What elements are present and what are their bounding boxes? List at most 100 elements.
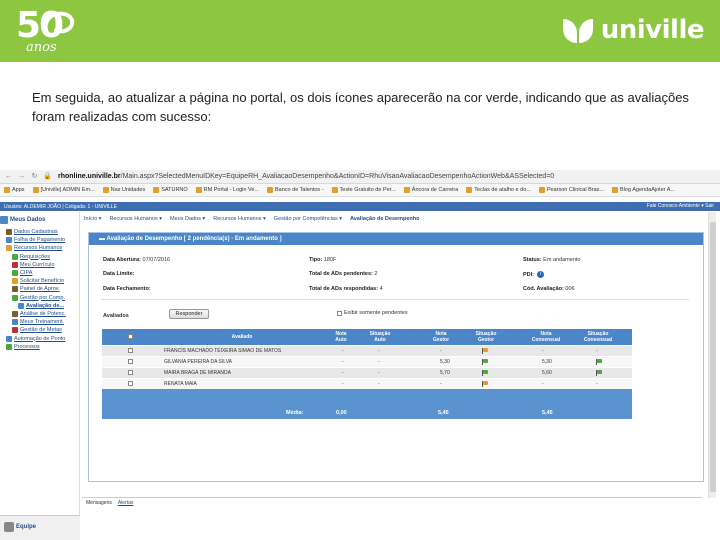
field-total-respondidas: Total de ADs respondidas: 4 bbox=[309, 286, 383, 292]
tree-node-icon bbox=[12, 294, 18, 301]
cell-nota-consensual: 5,60 bbox=[542, 370, 552, 376]
tree-node-icon bbox=[12, 278, 18, 285]
bookmark-item[interactable]: Banco de Talentos - bbox=[267, 187, 324, 193]
logo-subtitle: anos bbox=[26, 40, 57, 55]
back-arrow-icon[interactable]: ← bbox=[4, 172, 13, 181]
col-nota-gestor: Nota Gestor bbox=[432, 331, 450, 343]
tab-alertas[interactable]: Alertas bbox=[118, 500, 134, 506]
table-row[interactable]: MAIRA BRAGA DE MIRANDA - - 5,70 5,60 bbox=[102, 368, 632, 378]
cell-situacao-consensual: - bbox=[596, 381, 598, 387]
cell-nota-consensual: 5,30 bbox=[542, 359, 552, 365]
row-checkbox[interactable] bbox=[128, 359, 133, 366]
row-checkbox[interactable] bbox=[128, 381, 133, 388]
caption-text: Em seguida, ao atualizar a página no por… bbox=[32, 90, 689, 124]
header-bar: 50 anos univille bbox=[0, 0, 720, 62]
url-text[interactable]: rhonline.univille.br/Main.aspx?SelectedM… bbox=[58, 173, 554, 180]
univille-leaf-icon bbox=[562, 19, 593, 43]
tree-title[interactable]: Meus Dados bbox=[0, 216, 80, 224]
header-checkbox[interactable] bbox=[128, 334, 133, 341]
menu-item[interactable]: Recursos Humanos ▾ bbox=[109, 216, 162, 222]
equipe-link[interactable]: Equipe bbox=[4, 522, 36, 532]
footer-media-gestor: 5,45 bbox=[438, 410, 449, 416]
scroll-thumb[interactable] bbox=[710, 222, 716, 492]
footer-media-consensual: 5,45 bbox=[542, 410, 553, 416]
bookmark-item[interactable]: Pearson Clinical Bras... bbox=[538, 187, 604, 193]
bookmark-item[interactable]: SATURNO bbox=[153, 187, 188, 193]
field-tipo: Tipo: 180F bbox=[309, 257, 337, 263]
tree-item[interactable]: Folha de Pagamento bbox=[0, 236, 80, 244]
tree-item[interactable]: Solicitar Benefício bbox=[0, 277, 80, 285]
cell-avaliado: RENATA MAIA bbox=[164, 381, 197, 387]
bookmark-icon bbox=[32, 187, 39, 193]
cell-nota-consensual: - bbox=[542, 348, 544, 354]
bookmark-item[interactable]: Teste Gratuito de Per... bbox=[331, 187, 396, 193]
tree-node-icon bbox=[6, 237, 12, 244]
bookmark-item[interactable]: [Univille] ADMIN Em... bbox=[32, 187, 95, 193]
bottom-tabs: Mensagens Alertas bbox=[82, 497, 702, 507]
tree-item[interactable]: Automação de Ponto bbox=[0, 335, 80, 343]
exibir-pendentes-checkbox[interactable]: Exibir somente pendentes bbox=[337, 310, 408, 316]
footer-media-auto: 0,00 bbox=[336, 410, 347, 416]
table-row[interactable]: RENATA MAIA - - - - - bbox=[102, 379, 632, 389]
tree-node-icon bbox=[12, 311, 18, 317]
bookmark-item[interactable]: Apps bbox=[4, 187, 25, 193]
tree-item[interactable]: Meus Treinament. bbox=[0, 318, 80, 326]
bookmark-item[interactable]: RM Portal - Login Ve... bbox=[195, 187, 259, 193]
user-links[interactable]: Fale Conosco Ambiente ▾ Sair bbox=[647, 203, 714, 209]
tree-item[interactable]: Requisições bbox=[0, 253, 80, 261]
scrollbar[interactable] bbox=[708, 212, 716, 498]
field-cod-avaliacao: Cód. Avaliação: 006 bbox=[523, 286, 575, 292]
tree-item[interactable]: Meu Currículo bbox=[0, 261, 80, 269]
bookmark-item[interactable]: Nas Unidades bbox=[102, 187, 145, 193]
team-icon bbox=[4, 522, 14, 532]
user-bar: Usuário: ALDEMIR JOÃO | Coligada: 1 - UN… bbox=[0, 202, 720, 211]
col-nota-auto: Nota Auto bbox=[335, 331, 347, 343]
menu-item[interactable]: Gestão por Competências ▾ bbox=[274, 216, 342, 222]
tree-item[interactable]: Gestão por Comp. bbox=[0, 294, 80, 302]
forward-arrow-icon[interactable]: → bbox=[17, 172, 26, 181]
green-flag-icon bbox=[482, 359, 489, 365]
row-checkbox[interactable] bbox=[128, 348, 133, 355]
tree-item[interactable]: Dados Cadastrais bbox=[0, 228, 80, 236]
field-data-abertura: Data Abertura: 07/07/2016 bbox=[103, 257, 171, 263]
col-situacao-gestor: Situação Gestor bbox=[475, 331, 497, 343]
tree-item[interactable]: Avaliação de... bbox=[0, 302, 80, 310]
cell-nota-gestor: - bbox=[440, 381, 442, 387]
field-total-pendentes: Total de ADs pendentes: 2 bbox=[309, 271, 378, 277]
checkbox-box[interactable] bbox=[337, 310, 342, 316]
cell-avaliado: MAIRA BRAGA DE MIRANDA bbox=[164, 370, 231, 376]
col-situacao-consensual: Situação Consensual bbox=[583, 331, 613, 343]
menu-current: Avaliação de Desempenho bbox=[349, 215, 420, 222]
tree-item[interactable]: Gestão de Metas bbox=[0, 326, 80, 334]
cell-situacao-auto: - bbox=[378, 348, 380, 354]
bookmark-icon bbox=[102, 187, 109, 193]
cell-nota-gestor: 5,70 bbox=[440, 370, 450, 376]
user-info: Usuário: ALDEMIR JOÃO | Coligada: 1 - UN… bbox=[4, 203, 118, 210]
bookmark-item[interactable]: Teclas de atalho e do... bbox=[466, 187, 531, 193]
menu-item[interactable]: Recursos Humanos ▾ bbox=[213, 216, 266, 222]
menu-item[interactable]: Meus Dados ▾ bbox=[170, 216, 205, 222]
table-row[interactable]: FRANCIS MACHADO TEIXEIRA SIMAO DE MATOS -… bbox=[102, 346, 632, 356]
green-flag-icon bbox=[596, 359, 603, 365]
tree-node-icon bbox=[12, 327, 18, 334]
responder-button[interactable]: Responder bbox=[169, 309, 209, 319]
bookmark-item[interactable]: Blog AgendaAjoter A... bbox=[612, 187, 675, 193]
bookmark-icon bbox=[153, 187, 160, 193]
tab-mensagens[interactable]: Mensagens bbox=[86, 500, 112, 506]
tree-node-icon bbox=[18, 302, 24, 309]
tree-item[interactable]: Análise de Potenc. bbox=[0, 310, 80, 318]
tree-item[interactable]: CIPA bbox=[0, 269, 80, 277]
field-data-limite: Data Limite: bbox=[103, 271, 135, 277]
bookmark-item[interactable]: Âncora de Carreira bbox=[403, 187, 458, 193]
tree-item[interactable]: Processos bbox=[0, 343, 80, 351]
reload-icon[interactable]: ↻ bbox=[30, 172, 39, 181]
tree-item[interactable]: Recursos Humanos bbox=[0, 244, 80, 252]
info-icon[interactable]: i bbox=[537, 271, 544, 278]
table-row[interactable]: GILVANIA PEREIRA DA SILVA - - 5,30 5,30 bbox=[102, 357, 632, 367]
cell-situacao-gestor bbox=[482, 381, 489, 389]
tree-item[interactable]: Painel de Aprov. bbox=[0, 285, 80, 293]
menu-item[interactable]: Início ▾ bbox=[84, 216, 101, 222]
univille-brand: univille bbox=[561, 12, 705, 48]
cell-avaliado: GILVANIA PEREIRA DA SILVA bbox=[164, 359, 232, 365]
row-checkbox[interactable] bbox=[128, 370, 133, 377]
